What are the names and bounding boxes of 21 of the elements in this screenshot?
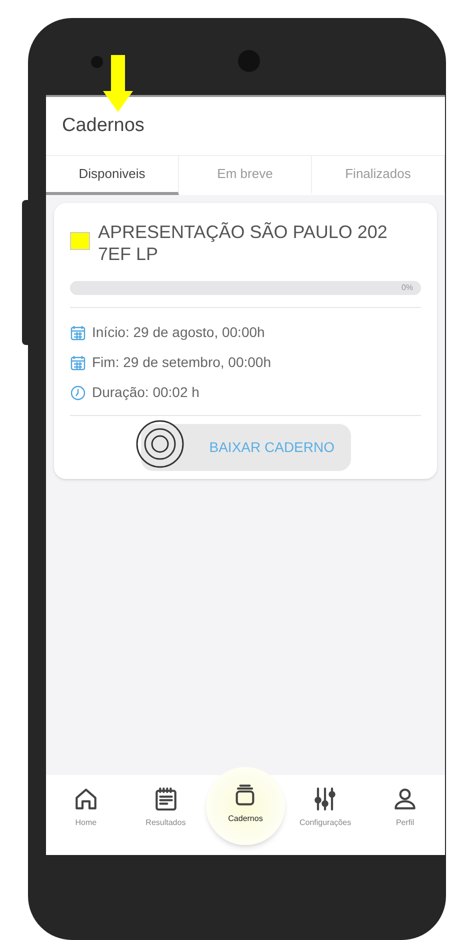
detail-text: Início: 29 de agosto, 00:00h <box>92 323 265 342</box>
nav-item[interactable]: Cadernos <box>206 767 286 845</box>
tap-indicator-icon <box>136 420 184 468</box>
pointer-arrow <box>103 55 133 112</box>
tab[interactable]: Disponiveis <box>46 156 179 195</box>
nav-item[interactable]: Home <box>46 775 126 829</box>
nav-item[interactable]: Configurações <box>285 775 366 829</box>
detail-text: Fim: 29 de setembro, 00:00h <box>92 353 271 372</box>
progress-reading: 0% <box>401 282 413 294</box>
nav-item[interactable]: Resultados <box>126 775 206 829</box>
nav-item[interactable]: Perfil <box>365 775 445 829</box>
notebook-title: APRESENTAÇÃO SÃO PAULO 202 <box>98 221 388 243</box>
clock-icon <box>70 384 86 400</box>
page-title: Cadernos <box>62 114 144 138</box>
tab[interactable]: Finalizados <box>312 156 445 195</box>
notebook-code: 7EF LP <box>98 243 160 265</box>
tab[interactable]: Em breve <box>179 156 312 195</box>
download-button[interactable]: BAIXAR CADERNO <box>140 424 350 471</box>
calendar-icon <box>70 354 86 370</box>
calendar-icon <box>70 324 86 340</box>
detail-text: Duração: 00:02 h <box>92 383 200 402</box>
